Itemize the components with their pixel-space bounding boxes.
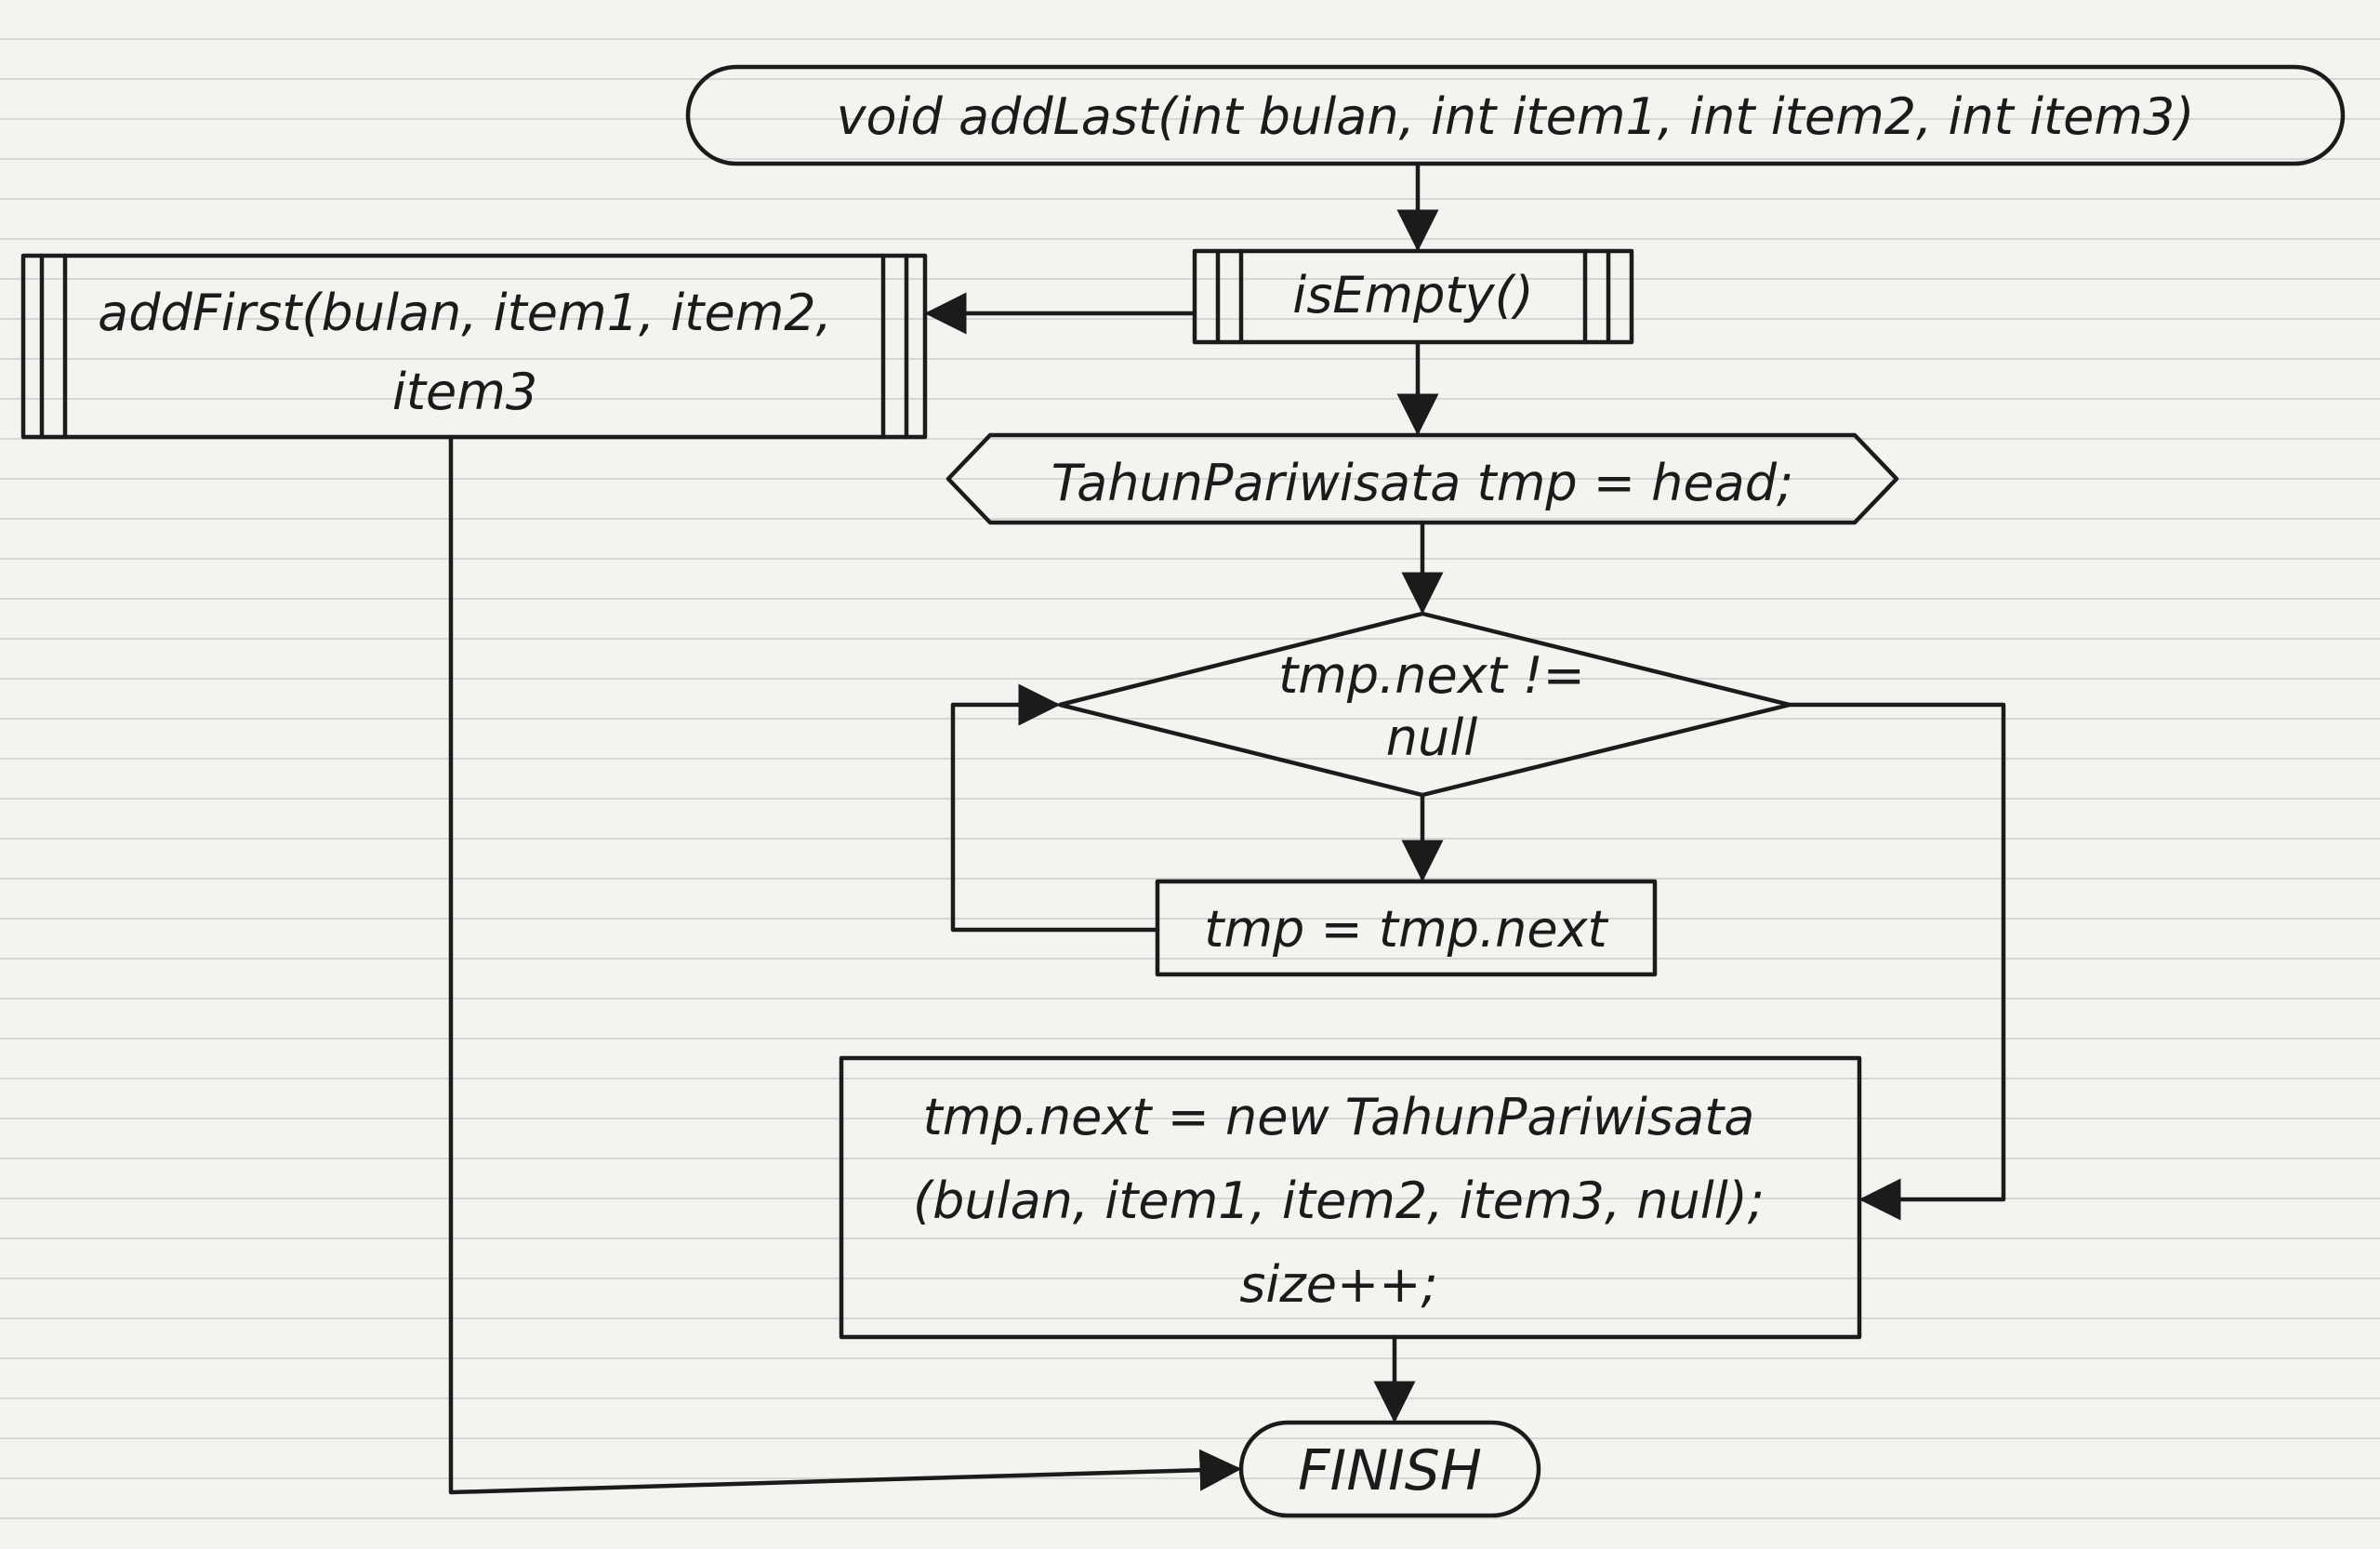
tmp-advance-process: tmp = tmp.next: [1155, 879, 1658, 977]
append-process: tmp.next = new TahunPariwisata (bulan, i…: [839, 1055, 1862, 1340]
finish-label: FINISH: [1298, 1438, 1482, 1503]
start-terminal: void addLast(int bulan, int item1, int i…: [685, 64, 2346, 166]
is-empty-process: isEmpty(): [1192, 248, 1634, 345]
loop-condition-line2: null: [1386, 708, 1477, 767]
append-label-line1: tmp.next = new TahunPariwisata: [923, 1088, 1755, 1146]
tmp-assign-preparation: TahunPariwisata tmp = head;: [945, 432, 1899, 525]
loop-condition-line1: tmp.next !=: [1278, 646, 1585, 705]
start-label: void addLast(int bulan, int item1, int i…: [837, 87, 2195, 146]
add-first-process: addFirst(bulan, item1, item2, item3: [20, 253, 928, 440]
connectors: [448, 161, 2006, 1495]
flowchart: void addLast(int bulan, int item1, int i…: [20, 64, 2346, 1518]
arrow-condition-false-to-append: [1787, 702, 2006, 1221]
tmp-assign-label: TahunPariwisata tmp = head;: [1051, 454, 1793, 512]
add-first-label-line1: addFirst(bulan, item1, item2,: [98, 284, 832, 342]
arrow-loop-back: [950, 683, 1160, 933]
arrow-addfirst-to-finish: [448, 434, 1242, 1495]
append-label-line2: (bulan, item1, item2, item3, null);: [913, 1172, 1765, 1230]
tmp-advance-label: tmp = tmp.next: [1204, 900, 1608, 959]
append-label-line3: size++;: [1239, 1255, 1437, 1314]
is-empty-label: isEmpty(): [1292, 266, 1533, 324]
add-first-label-line2: item3: [392, 363, 537, 421]
notebook-page: void addLast(int bulan, int item1, int i…: [0, 0, 2380, 1549]
loop-condition-decision: tmp.next != null: [1057, 611, 1792, 798]
finish-terminal: FINISH: [1238, 1420, 1541, 1518]
